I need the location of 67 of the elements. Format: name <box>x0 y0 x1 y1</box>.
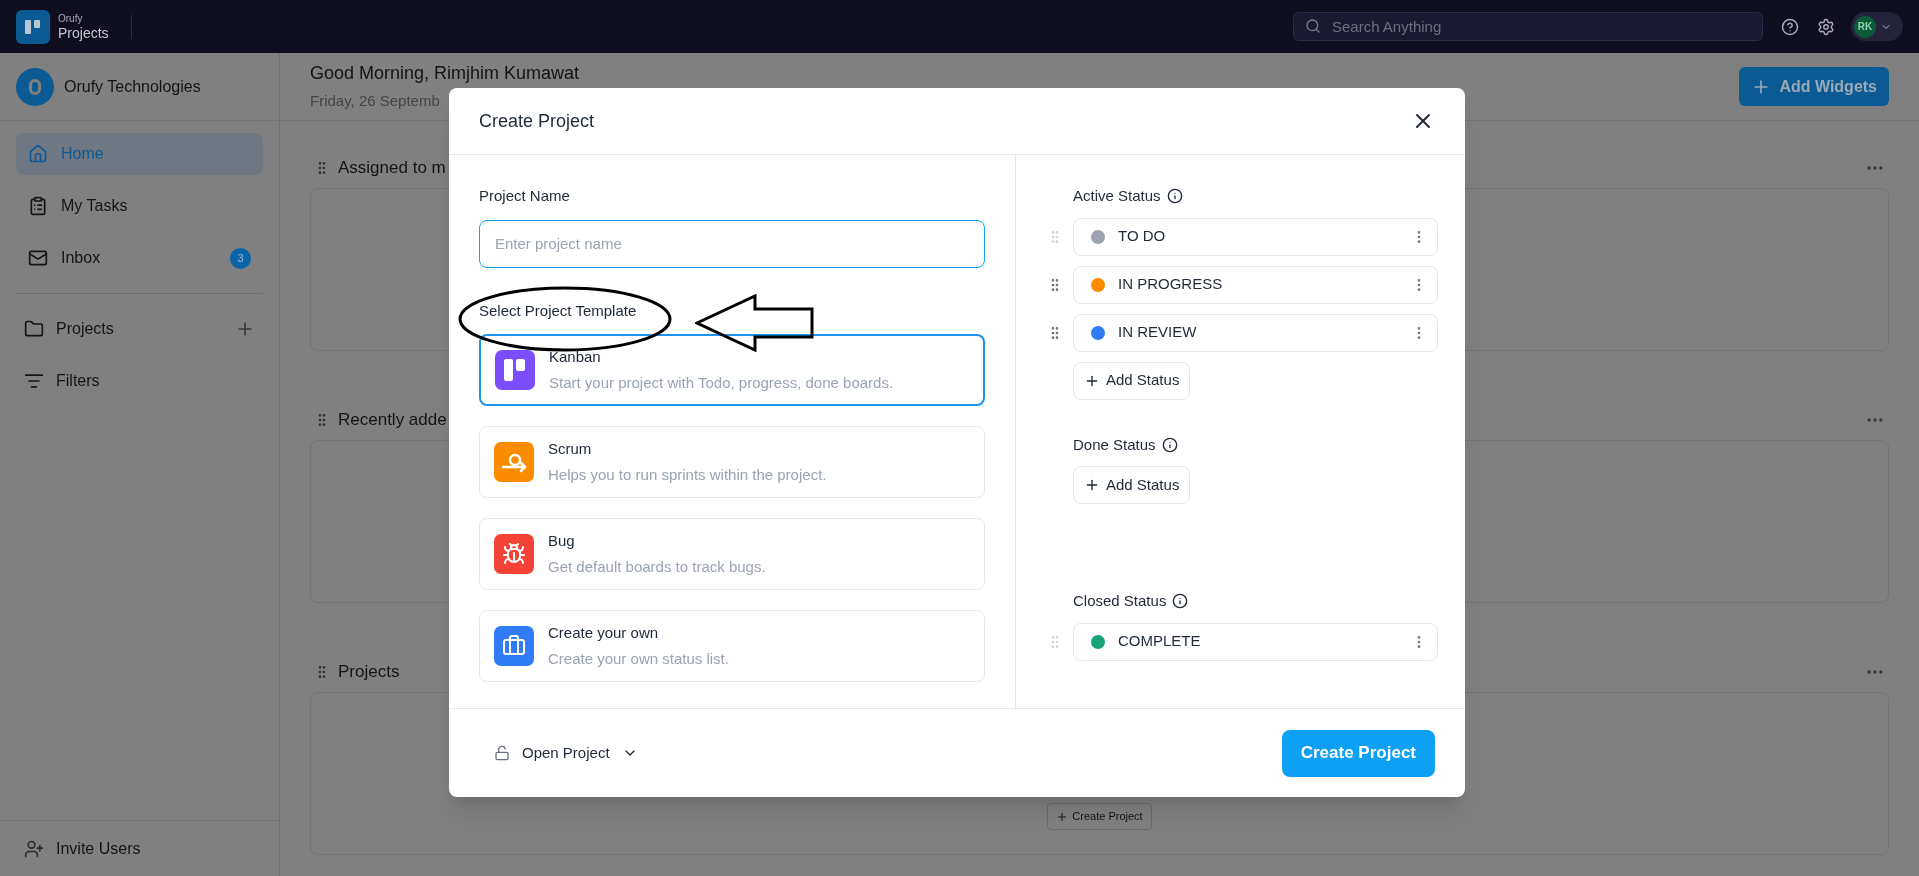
create-project-button[interactable]: Create Project <box>1047 803 1152 830</box>
add-user-icon <box>24 838 44 859</box>
nav-item[interactable]: My Tasks <box>16 185 263 227</box>
status-group-label: Done Status <box>1073 434 1156 455</box>
info-icon[interactable] <box>1172 593 1189 610</box>
field-label: Select Project Template <box>479 300 638 321</box>
bug-icon <box>494 534 534 574</box>
dialog-title: Create Project <box>479 109 596 133</box>
status-row[interactable]: IN PROGRESS <box>1073 265 1438 304</box>
folder-icon <box>24 319 44 339</box>
kanban-icon <box>495 350 535 390</box>
invite-users-link[interactable]: Invite Users <box>56 836 141 861</box>
add-status-button[interactable]: Add Status <box>1073 466 1191 504</box>
nav-item[interactable]: Filters <box>16 360 263 402</box>
status-row[interactable]: COMPLETE <box>1073 622 1438 661</box>
greeting: Good Morning, Rimjhim Kumawat <box>310 62 580 86</box>
status-name: IN PROGRESS <box>1118 274 1224 295</box>
template-option[interactable]: Kanban Start your project with Todo, progress, done boards. <box>479 334 985 406</box>
app-logo-icon <box>16 9 50 44</box>
info-icon[interactable] <box>1161 436 1178 453</box>
status-name: IN REVIEW <box>1118 322 1198 343</box>
template-option[interactable]: Bug Get default boards to track bugs. <box>479 518 985 590</box>
project-name-field[interactable]: Enter project name <box>479 219 985 268</box>
search-field[interactable]: Search Anything <box>1293 12 1763 41</box>
template-description: Create your own status list. <box>548 648 729 669</box>
filter-icon <box>24 371 44 391</box>
nav-item[interactable]: Inbox 3 <box>16 237 263 279</box>
org-name: Orufy Technologies <box>64 76 201 97</box>
count-badge: 3 <box>230 247 251 269</box>
home-icon <box>28 144 48 164</box>
logo-title: Projects <box>58 25 109 40</box>
help-button[interactable] <box>1781 17 1799 36</box>
unlock-icon <box>494 745 510 761</box>
briefcase-icon <box>494 626 534 666</box>
nav-item[interactable]: Projects <box>16 308 263 350</box>
org-logo-icon <box>16 67 54 106</box>
avatar-menu[interactable]: RK <box>1851 12 1903 41</box>
add-status-button[interactable]: Add Status <box>1073 361 1191 400</box>
status-name: TO DO <box>1118 226 1167 247</box>
status-group-label: Closed Status <box>1073 591 1167 611</box>
mail-icon <box>28 248 48 268</box>
template-name: Kanban <box>549 347 602 367</box>
widget-title: Assigned to m <box>338 157 446 180</box>
template-option[interactable]: Scrum Helps you to run sprints within the project. <box>479 426 985 498</box>
status-row[interactable]: TO DO <box>1073 217 1438 256</box>
plus-icon <box>1084 477 1100 493</box>
date-text: Friday, 26 Septemb <box>310 91 441 112</box>
plus-icon <box>1056 810 1069 823</box>
template-description: Get default boards to track bugs. <box>548 556 766 577</box>
status-name: COMPLETE <box>1118 631 1202 652</box>
info-icon[interactable] <box>1166 188 1183 205</box>
widget-title: Recently adde <box>338 409 447 432</box>
template-description: Start your project with Todo, progress, done boards. <box>549 372 894 393</box>
status-group-label: Active Status <box>1073 186 1161 206</box>
template-option[interactable]: Create your own Create your own status list. <box>479 610 985 682</box>
template-description: Helps you to run sprints within the project. <box>548 464 827 485</box>
search-icon <box>1305 18 1321 34</box>
template-name: Create your own <box>548 623 660 643</box>
clipboard-icon <box>28 196 48 216</box>
logo-subtitle: Orufy <box>58 13 84 24</box>
visibility-dropdown[interactable]: Open Project <box>494 741 638 765</box>
widget-title: Projects <box>338 661 400 684</box>
template-name: Scrum <box>548 439 593 459</box>
field-label: Project Name <box>479 186 571 206</box>
template-name: Bug <box>548 531 576 551</box>
status-row[interactable]: IN REVIEW <box>1073 313 1438 352</box>
settings-button[interactable] <box>1817 17 1835 36</box>
